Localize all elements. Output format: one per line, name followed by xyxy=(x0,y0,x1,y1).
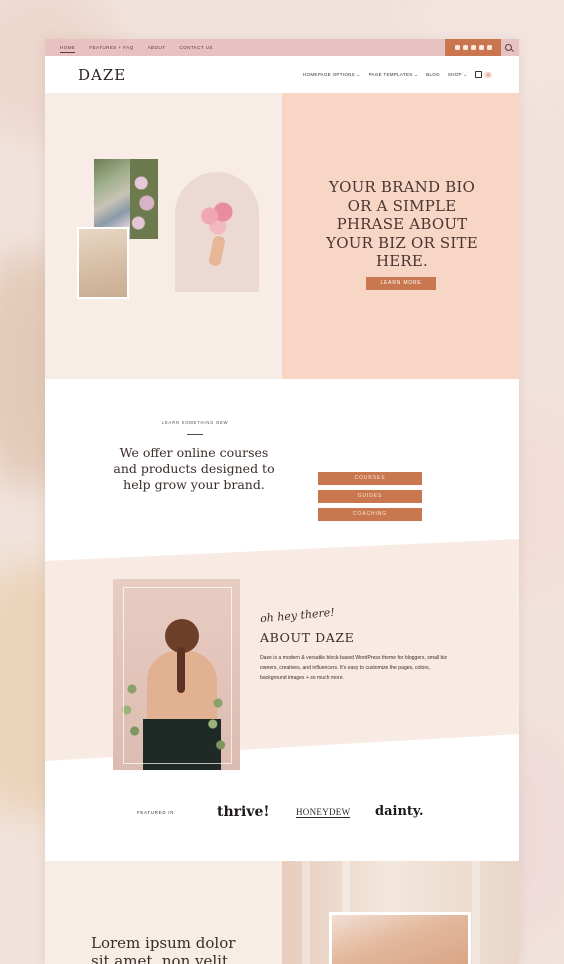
coaching-button[interactable]: COACHING xyxy=(318,508,422,521)
top-nav-contact[interactable]: CONTACT US xyxy=(179,39,212,56)
tiktok-icon[interactable] xyxy=(478,45,484,50)
arch-flower-photo xyxy=(175,172,259,292)
offers-heading: We offer online courses and products des… xyxy=(113,445,275,492)
sand-photo xyxy=(77,227,129,299)
bottom-heading: Lorem ipsum dolor sit amet, non velit & xyxy=(91,934,236,964)
offers-section: LEARN SOMETHING NEW We offer online cour… xyxy=(45,379,519,549)
guides-button[interactable]: GUIDES xyxy=(318,490,422,503)
thrive-logo: thrive! xyxy=(217,804,270,820)
honeydew-logo: HONEYDEW xyxy=(296,807,351,818)
nav-shop[interactable]: SHOP ⌄ xyxy=(448,72,468,78)
search-icon[interactable] xyxy=(505,44,512,51)
instagram-icon[interactable] xyxy=(462,45,468,50)
courses-button[interactable]: COURSES xyxy=(318,472,422,485)
social-icons xyxy=(445,39,501,56)
top-nav: HOME FEATURES + FAQ ABOUT CONTACT US xyxy=(60,39,227,56)
nav-homepage-options[interactable]: HOMEPAGE OPTIONS ⌄ xyxy=(303,72,361,78)
about-photo xyxy=(113,579,240,770)
twitter-icon[interactable] xyxy=(454,45,460,50)
pinterest-icon[interactable] xyxy=(470,45,476,50)
website-page: HOME FEATURES + FAQ ABOUT CONTACT US DAZ… xyxy=(45,39,519,964)
site-logo[interactable]: DAZE xyxy=(78,66,126,84)
utility-bar: HOME FEATURES + FAQ ABOUT CONTACT US xyxy=(45,39,519,56)
offers-eyebrow: LEARN SOMETHING NEW xyxy=(161,420,229,425)
bottom-photo xyxy=(329,912,471,964)
site-header: DAZE HOMEPAGE OPTIONS ⌄ PAGE TEMPLATES ⌄… xyxy=(45,56,519,93)
top-nav-home[interactable]: HOME xyxy=(60,39,76,56)
about-title: ABOUT DAZE xyxy=(260,630,355,645)
learn-more-button[interactable]: LEARN MORE xyxy=(366,277,436,290)
top-nav-features-faq[interactable]: FEATURES + FAQ xyxy=(89,39,133,56)
youtube-icon[interactable] xyxy=(486,45,492,50)
divider xyxy=(187,434,203,435)
top-nav-about[interactable]: ABOUT xyxy=(148,39,166,56)
nav-blog[interactable]: BLOG xyxy=(426,72,440,77)
about-body: Daze is a modern & versatile block-based… xyxy=(260,655,448,682)
featured-label: FEATURED IN: xyxy=(137,810,177,815)
cart-icon[interactable] xyxy=(475,71,483,78)
hero-heading: YOUR BRAND BIO OR A SIMPLE PHRASE ABOUT … xyxy=(326,178,478,271)
nav-page-templates[interactable]: PAGE TEMPLATES ⌄ xyxy=(369,72,419,78)
dainty-logo: dainty. xyxy=(375,804,424,819)
cart-count-badge: 0 xyxy=(484,71,493,78)
main-nav: HOMEPAGE OPTIONS ⌄ PAGE TEMPLATES ⌄ BLOG… xyxy=(303,71,493,78)
